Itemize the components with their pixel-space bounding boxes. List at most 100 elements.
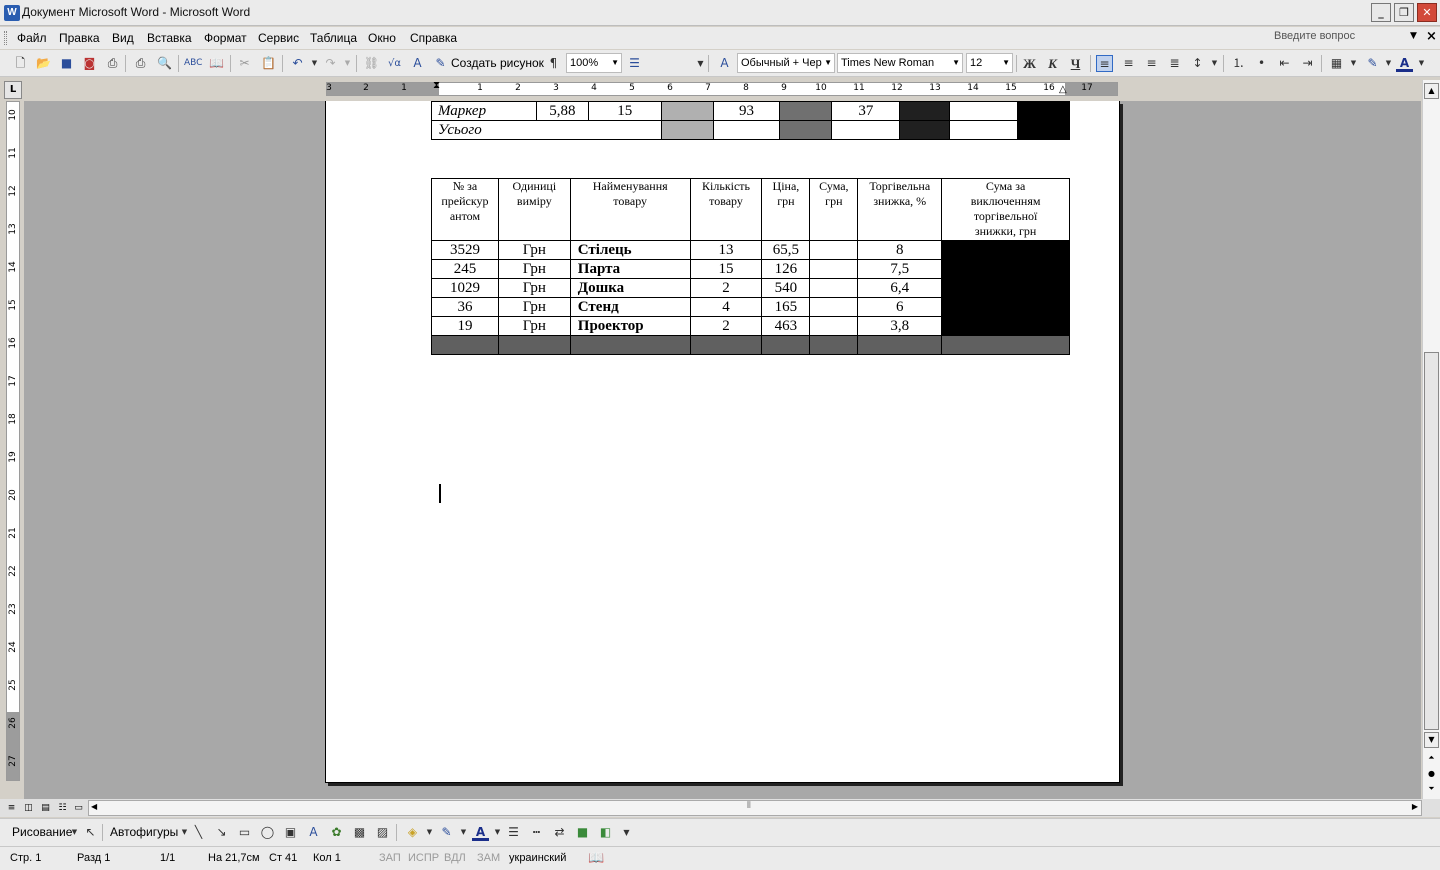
cell-qty[interactable]: 13 xyxy=(689,240,763,260)
style-select[interactable]: Обычный + Чер ▼ xyxy=(737,53,835,73)
draw-font-color-icon[interactable]: A xyxy=(472,824,489,841)
cell-sum[interactable] xyxy=(809,297,859,317)
cell-unit[interactable]: Грн xyxy=(497,240,571,260)
cut-icon[interactable]: ✂ xyxy=(236,55,253,72)
cell-discount[interactable]: 6,4 xyxy=(857,278,943,298)
drawing-toolbar-options-icon[interactable]: ▼ xyxy=(618,824,635,841)
cell-price[interactable]: 165 xyxy=(761,297,811,317)
browse-object-icon[interactable]: ● xyxy=(1424,767,1439,783)
web-view-icon[interactable]: ◫ xyxy=(22,802,35,814)
menu-window[interactable]: Окно xyxy=(368,31,396,45)
shaded-cell[interactable] xyxy=(779,120,833,140)
autoshapes-button[interactable]: Автофигуры xyxy=(110,825,178,839)
styles-pane-icon[interactable]: A xyxy=(716,55,733,72)
shaded-cell[interactable] xyxy=(857,335,943,355)
line-style-icon[interactable]: ☰ xyxy=(505,824,522,841)
toolbar-options-icon[interactable]: ▼ xyxy=(692,55,709,72)
equation-icon[interactable]: √α xyxy=(386,55,403,72)
cell-qty[interactable]: 15 xyxy=(689,259,763,279)
cell-qty[interactable]: 2 xyxy=(689,316,763,336)
header-cell-number[interactable]: № за прейскур антом xyxy=(431,178,499,241)
picture-icon[interactable]: ▨ xyxy=(374,824,391,841)
reading-mode-icon[interactable]: ☰ xyxy=(626,55,643,72)
cell-discount[interactable]: 7,5 xyxy=(857,259,943,279)
horizontal-scrollbar[interactable]: ◀ ⫴ ▶ xyxy=(88,800,1422,816)
cell-unit[interactable]: Грн xyxy=(497,259,571,279)
print-icon[interactable]: ⎙ xyxy=(104,55,121,72)
table-cell[interactable] xyxy=(831,120,901,140)
shaded-cell[interactable] xyxy=(941,335,1070,355)
cell-price[interactable]: 463 xyxy=(761,316,811,336)
menu-table[interactable]: Таблица xyxy=(310,31,357,45)
table-cell[interactable] xyxy=(949,120,1019,140)
shaded-cell[interactable] xyxy=(899,120,951,140)
table-cell[interactable]: 37 xyxy=(831,101,901,121)
scroll-right-icon[interactable]: ▶ xyxy=(1412,802,1418,811)
fill-color-icon[interactable]: ◈ xyxy=(404,824,421,841)
vertical-scrollbar[interactable]: ▲ ▼ ⏶ ● ⏷ xyxy=(1422,80,1440,799)
table-cell[interactable]: 93 xyxy=(712,101,781,121)
cell-number[interactable]: 1029 xyxy=(431,278,499,298)
normal-view-icon[interactable]: ≡ xyxy=(5,802,18,814)
tab-selector-button[interactable]: L xyxy=(4,81,22,99)
align-center-icon[interactable]: ≡ xyxy=(1120,55,1137,72)
menu-format[interactable]: Формат xyxy=(204,31,247,45)
header-cell-price[interactable]: Ціна, грн xyxy=(761,178,811,241)
vertical-ruler[interactable]: 10 11 12 13 14 15 16 17 18 19 20 21 22 2… xyxy=(6,101,20,781)
document-area[interactable]: Маркер 5,88 15 93 37 Усього № за прейску… xyxy=(24,101,1421,799)
shaded-cell[interactable] xyxy=(1017,120,1070,140)
style-dropdown-icon[interactable]: ▼ xyxy=(824,58,832,67)
wordart-icon[interactable]: A xyxy=(409,55,426,72)
research-icon[interactable]: 📖 xyxy=(208,55,225,72)
shaded-cell[interactable] xyxy=(660,101,714,121)
cell-price[interactable]: 65,5 xyxy=(761,240,811,260)
spelling-icon[interactable]: ABC xyxy=(184,55,202,72)
header-cell-sum[interactable]: Сума, грн xyxy=(809,178,859,241)
indent-marker-icon[interactable]: ⧗ xyxy=(433,80,440,91)
menu-insert[interactable]: Вставка xyxy=(147,31,192,45)
table-cell[interactable] xyxy=(949,101,1019,121)
cell-unit[interactable]: Грн xyxy=(497,316,571,336)
right-indent-marker-icon[interactable]: △ xyxy=(1059,84,1067,95)
oval-icon[interactable]: ◯ xyxy=(259,824,276,841)
align-left-icon[interactable]: ≡ xyxy=(1096,55,1113,72)
redo-dropdown-icon[interactable]: ▼ xyxy=(339,55,356,72)
spelling-status-icon[interactable]: 📖 xyxy=(588,850,604,866)
decrease-indent-icon[interactable]: ⇤ xyxy=(1276,55,1293,72)
cell-name[interactable]: Парта xyxy=(569,259,691,279)
previous-page-icon[interactable]: ⏶ xyxy=(1424,751,1439,767)
3d-icon[interactable]: ◧ xyxy=(597,824,614,841)
horizontal-ruler[interactable]: 3 2 1 1 2 3 4 5 6 7 8 9 10 11 12 13 14 1… xyxy=(326,80,1118,96)
open-folder-icon[interactable]: 📂 xyxy=(35,55,52,72)
header-cell-discount[interactable]: Торгівельна знижка, % xyxy=(857,178,943,241)
cell-discount[interactable]: 8 xyxy=(857,240,943,260)
font-size-select[interactable]: 12 ▼ xyxy=(966,53,1013,73)
font-dropdown-icon[interactable]: ▼ xyxy=(952,58,960,67)
header-cell-unit[interactable]: Одиниці виміру xyxy=(497,178,571,241)
create-drawing-button[interactable]: Создать рисунок xyxy=(451,56,544,70)
new-document-icon[interactable]: 🗋 xyxy=(12,55,29,72)
cell-sum[interactable] xyxy=(809,259,859,279)
zoom-select[interactable]: 100% ▼ xyxy=(566,53,622,73)
undo-dropdown-icon[interactable]: ▼ xyxy=(306,55,323,72)
line-spacing-dropdown-icon[interactable]: ▼ xyxy=(1206,55,1223,72)
borders-icon[interactable]: ▦ xyxy=(1328,55,1345,72)
permission-icon[interactable]: ◙ xyxy=(81,55,98,72)
table-cell[interactable]: Усього xyxy=(431,120,662,140)
help-question-input[interactable]: Введите вопрос xyxy=(1272,30,1422,46)
preview-magnifier-icon[interactable]: 🔍 xyxy=(156,55,173,72)
line-spacing-icon[interactable]: ↕ xyxy=(1189,55,1206,72)
menu-help[interactable]: Справка xyxy=(410,31,457,45)
italic-button[interactable]: К xyxy=(1044,55,1061,72)
undo-icon[interactable]: ↶ xyxy=(289,55,306,72)
insert-wordart-icon[interactable]: A xyxy=(305,824,322,841)
status-track-changes[interactable]: ИСПР xyxy=(408,852,439,864)
textbox-icon[interactable]: ▣ xyxy=(282,824,299,841)
drawing-canvas-icon[interactable]: ✎ xyxy=(432,55,449,72)
cell-discount[interactable]: 3,8 xyxy=(857,316,943,336)
shaded-cell[interactable] xyxy=(941,240,1070,336)
font-size-dropdown-icon[interactable]: ▼ xyxy=(1002,58,1010,67)
next-page-icon[interactable]: ⏷ xyxy=(1424,782,1439,798)
scroll-up-icon[interactable]: ▲ xyxy=(1424,83,1439,99)
fill-dropdown-icon[interactable]: ▼ xyxy=(421,824,438,841)
